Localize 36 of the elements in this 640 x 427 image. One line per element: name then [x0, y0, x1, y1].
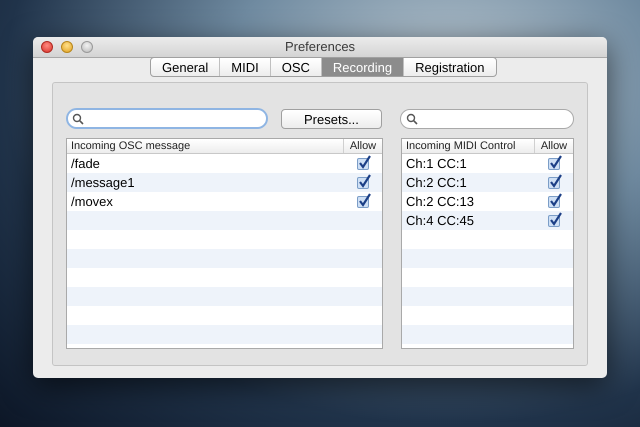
column-header[interactable]: Allow — [535, 139, 573, 153]
tab[interactable]: Registration — [403, 58, 496, 76]
checkbox[interactable] — [548, 214, 560, 226]
check-icon — [549, 212, 562, 226]
column-header[interactable]: Allow — [344, 139, 382, 153]
check-icon — [549, 192, 562, 206]
checkbox[interactable] — [548, 176, 560, 188]
table-cell-text: Ch:2 CC:1 — [405, 174, 468, 192]
table-cell-text: Ch:1 CC:1 — [405, 155, 468, 173]
check-icon — [549, 154, 562, 168]
table-cell-text: /movex — [70, 193, 114, 211]
table-cell-text: Ch:2 CC:13 — [405, 193, 475, 211]
search-icon — [406, 112, 418, 124]
checkbox[interactable] — [548, 158, 560, 170]
check-icon — [358, 154, 371, 168]
presets-button[interactable]: Presets... — [280, 108, 382, 128]
checkbox[interactable] — [357, 176, 369, 188]
column-header[interactable]: Incoming MIDI Control — [402, 139, 535, 153]
window-title: Preferences — [284, 38, 356, 56]
check-icon — [358, 174, 371, 188]
minimize-button[interactable] — [61, 41, 73, 53]
search-field[interactable] — [66, 108, 268, 129]
checkbox[interactable] — [357, 196, 369, 208]
table-cell-text: /fade — [70, 155, 101, 173]
checkbox[interactable] — [357, 158, 369, 170]
search-icon — [72, 112, 84, 124]
search-field[interactable] — [400, 108, 574, 128]
check-icon — [358, 192, 371, 206]
column-header[interactable]: Incoming OSC message — [67, 139, 344, 153]
table-cell-text: /message1 — [70, 174, 136, 192]
close-button[interactable] — [41, 41, 53, 53]
tab[interactable]: General — [151, 58, 220, 76]
checkbox[interactable] — [548, 196, 560, 208]
table-cell-text: Ch:4 CC:45 — [405, 212, 475, 230]
tab[interactable]: MIDI — [219, 58, 270, 76]
check-icon — [549, 174, 562, 188]
